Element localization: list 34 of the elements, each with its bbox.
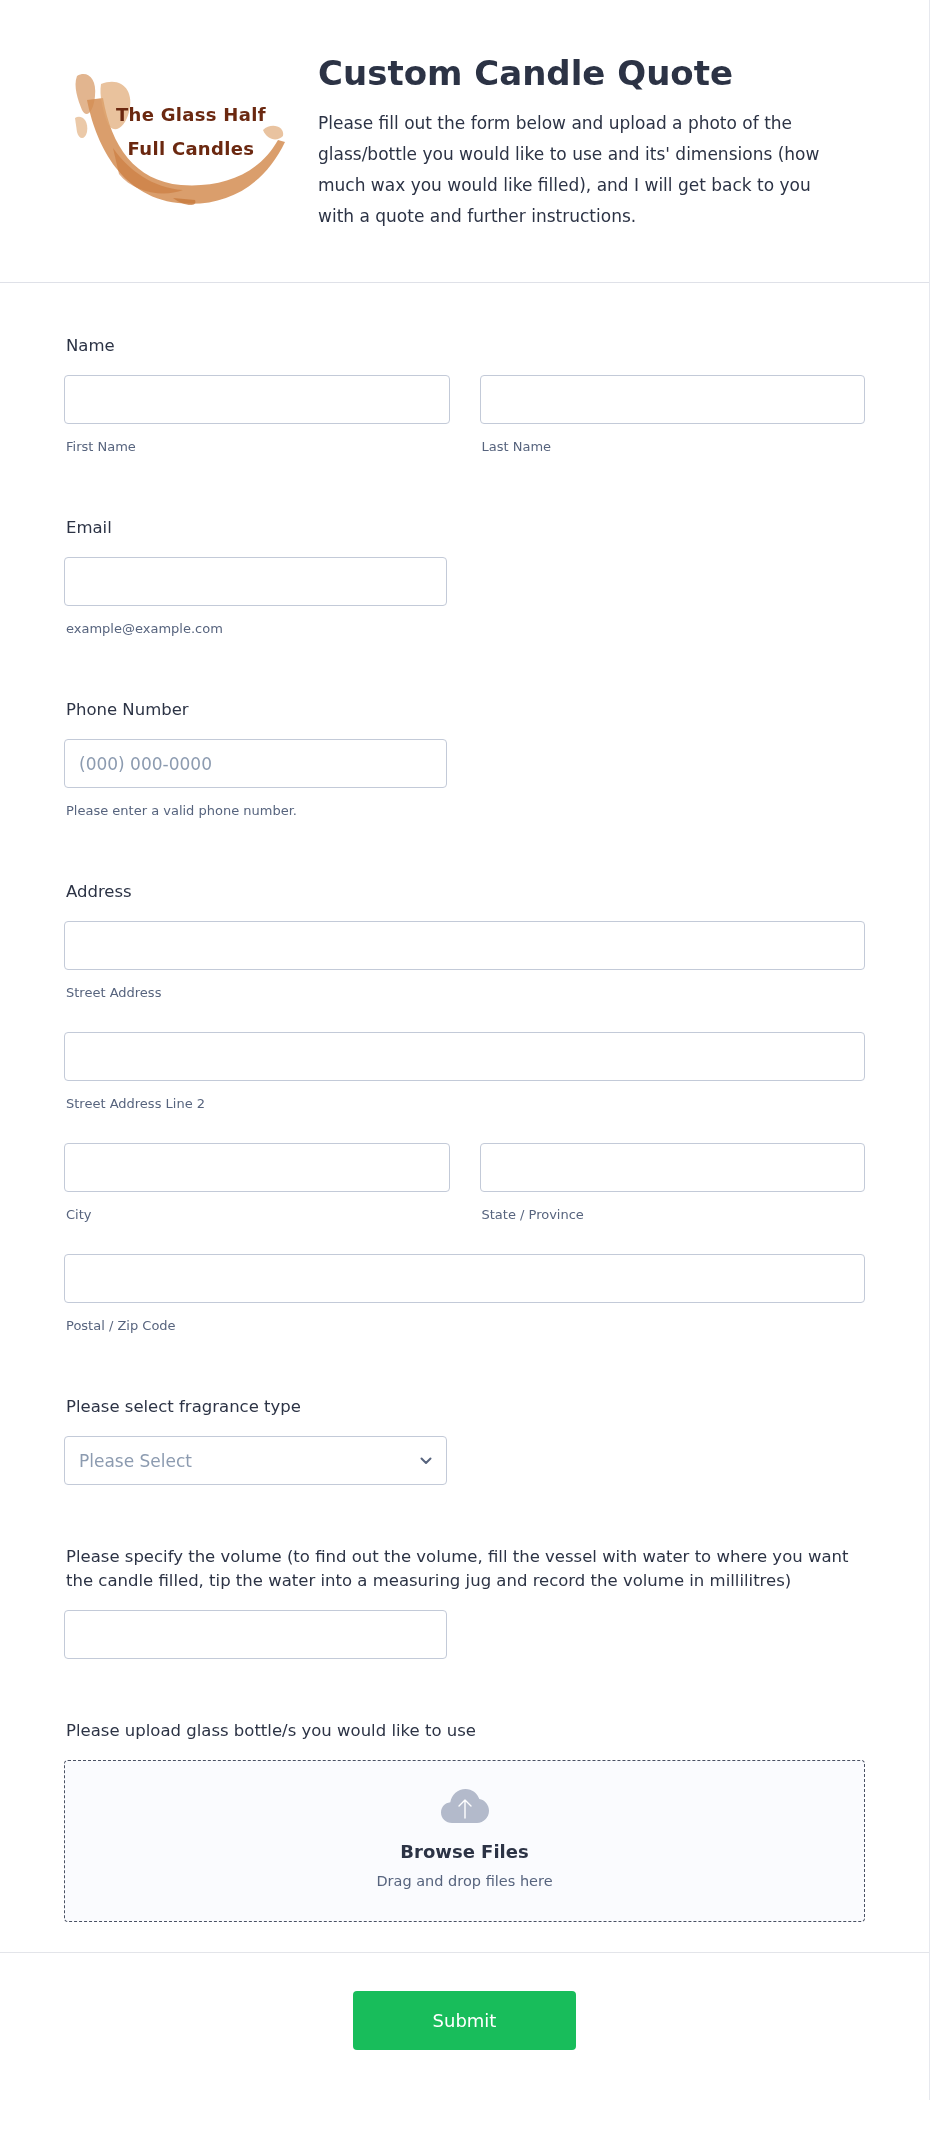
field-label: Email [65, 517, 113, 539]
field-label: Please upload glass bottle/s you would like to use [65, 1720, 477, 1742]
field-sublabel: Street Address [65, 984, 163, 1002]
field-label: Please select fragrance type [65, 1396, 302, 1418]
form-title: Custom Candle Quote [318, 52, 735, 94]
text-input[interactable] [64, 557, 447, 606]
file-drop-zone[interactable]: Browse Files Drag and drop files here [64, 1760, 865, 1922]
text-input[interactable] [64, 921, 865, 970]
field-sublabel: First Name [65, 438, 137, 456]
form-description: Please fill out the form below and upload a photo of the glass/bottle you would like to use and its' dimensions (how much wax you would like filled), and I will get back to you with a quote and further instructions. [318, 112, 821, 228]
field-label: Name [65, 335, 116, 357]
browse-files-link[interactable]: Browse Files [400, 1839, 529, 1865]
field-sublabel: City [65, 1206, 93, 1224]
text-input[interactable] [64, 1610, 447, 1659]
logo-text: The Glass Half Full Candles [116, 103, 266, 161]
text-input[interactable] [64, 1143, 450, 1192]
field-sublabel: State / Province [480, 1206, 585, 1224]
field-sublabel: Postal / Zip Code [65, 1317, 177, 1335]
field-sublabel: Street Address Line 2 [65, 1095, 207, 1113]
field-label: Phone Number [65, 699, 190, 721]
text-input[interactable] [64, 1032, 865, 1081]
text-input[interactable] [64, 1254, 865, 1303]
field-sublabel: Please enter a valid phone number. [65, 802, 298, 820]
field-sublabel: Last Name [480, 438, 553, 456]
field-label: Please specify the volume (to find out the volume, fill the vessel with water to where you want the candle filled, tip the water into a measuring jug and record the volume in millilitres) [65, 1546, 850, 1592]
field-label: Address [65, 881, 133, 903]
text-input[interactable]: (000) 000-0000 [64, 739, 447, 788]
text-input[interactable] [64, 375, 450, 424]
text-input[interactable] [479, 1143, 865, 1192]
field-sublabel: example@example.com [65, 620, 224, 638]
text-input[interactable] [479, 375, 865, 424]
drop-hint: Drag and drop files here [376, 1872, 553, 1891]
chevron-down-icon [420, 1456, 432, 1465]
cloud-upload-icon [440, 1789, 489, 1823]
